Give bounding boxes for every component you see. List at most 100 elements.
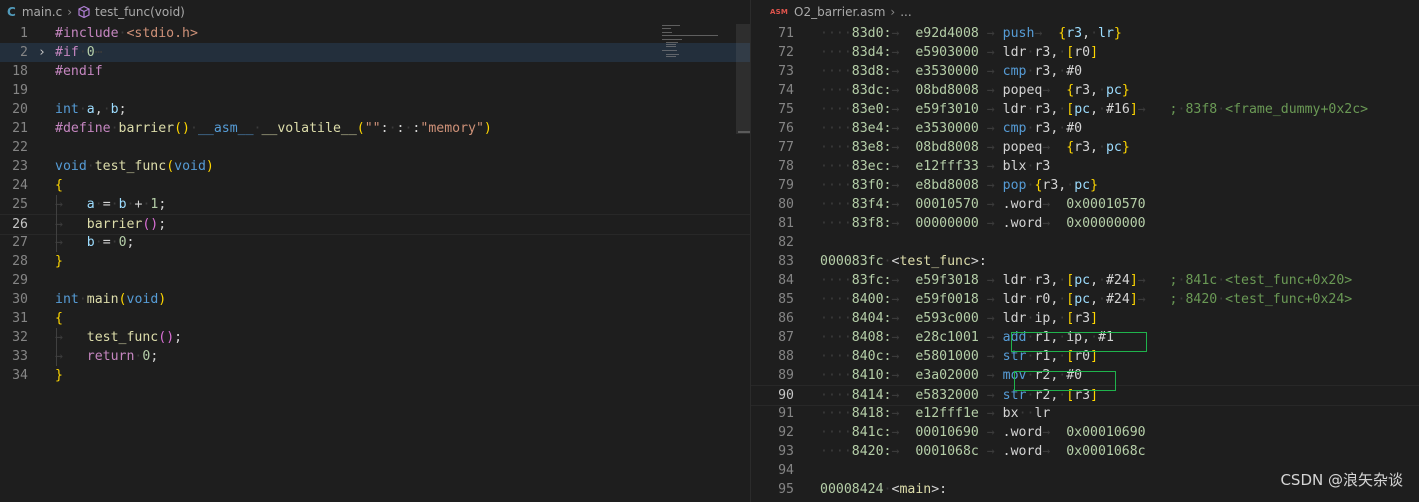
code-line[interactable]: 23 void·test_func(void) [0, 157, 750, 176]
code-text[interactable]: ····83d0:→ e92d4008 → push→ {r3,·lr} [820, 24, 1122, 43]
code-text[interactable]: { [55, 176, 63, 195]
code-text[interactable]: ····8404:→ e593c000 → ldr·ip,·[r3] [820, 309, 1098, 328]
code-text[interactable]: } [55, 366, 63, 385]
code-line[interactable]: 26 → barrier(); [0, 214, 750, 235]
code-text[interactable]: 000083fc·<test_func>: [820, 252, 987, 271]
code-line[interactable]: 84 ····83fc:→ e59f3018 → ldr·r3,·[pc,·#24… [751, 271, 1419, 290]
code-line[interactable]: 19 [0, 81, 750, 100]
code-line[interactable]: 78 ····83ec:→ e12fff33 → blx·r3 [751, 157, 1419, 176]
code-line[interactable]: 33 → return·0; [0, 347, 750, 366]
code-line[interactable]: 93 ····8420:→ 0001068c → .word→ 0x0001068… [751, 442, 1419, 461]
indent-guide [56, 328, 57, 366]
code-line[interactable]: 22 [0, 138, 750, 157]
line-number: 91 [778, 406, 794, 421]
line-number: 80 [778, 197, 794, 212]
code-line[interactable]: 72 ····83d4:→ e5903000 → ldr·r3,·[r0] [751, 43, 1419, 62]
breadcrumb-file[interactable]: O2_barrier.asm [794, 5, 885, 19]
code-text[interactable]: → return·0; [55, 347, 158, 366]
code-text[interactable]: ····83ec:→ e12fff33 → blx·r3 [820, 157, 1050, 176]
code-editor-asm[interactable]: 71 ····83d0:→ e92d4008 → push→ {r3,·lr} 72… [751, 24, 1419, 502]
code-line[interactable]: 1 #include·<stdio.h> [0, 24, 750, 43]
code-text[interactable]: ····83fc:→ e59f3018 → ldr·r3,·[pc,·#24]→… [820, 271, 1352, 290]
code-text[interactable]: int·main(void) [55, 290, 166, 309]
code-line[interactable]: 24 { [0, 176, 750, 195]
code-line[interactable]: 77 ····83e8:→ 08bd8008 → popeq→ {r3,·pc} [751, 138, 1419, 157]
code-text[interactable]: 00008424·<main>: [820, 480, 947, 499]
code-text[interactable]: → test_func(); [55, 328, 182, 347]
code-line[interactable]: 74 ····83dc:→ 08bd8008 → popeq→ {r3,·pc} [751, 81, 1419, 100]
highlight-box-mov [1014, 371, 1116, 391]
minimap[interactable] [662, 24, 736, 64]
code-text[interactable]: ····8420:→ 0001068c → .word→ 0x0001068c [820, 442, 1146, 461]
code-line[interactable]: 32 → test_func(); [0, 328, 750, 347]
line-number: 21 [12, 121, 28, 136]
code-editor-c[interactable]: 1 #include·<stdio.h> 2 › #if·0⋯ 18 #endif 19 20 i… [0, 24, 750, 502]
watermark: CSDN @浪矢杂谈 [1280, 471, 1403, 489]
code-line[interactable]: 20 int·a,·b; [0, 100, 750, 119]
code-line[interactable]: 86 ····8404:→ e593c000 → ldr·ip,·[r3] [751, 309, 1419, 328]
code-text[interactable]: void·test_func(void) [55, 157, 214, 176]
code-text[interactable]: → a·=·b·+·1; [55, 195, 166, 214]
code-text[interactable]: ····8400:→ e59f0018 → ldr·r0,·[pc,·#24]→… [820, 290, 1352, 309]
vertical-scrollbar[interactable] [736, 24, 750, 134]
code-text[interactable]: → b·=·0; [55, 233, 135, 252]
line-number: 79 [778, 178, 794, 193]
code-line[interactable]: 31 { [0, 309, 750, 328]
left-editor-pane[interactable]: C main.c › test_func(void) 1 #include·<st… [0, 0, 750, 502]
code-line[interactable]: 79 ····83f0:→ e8bd8008 → pop·{r3,·pc} [751, 176, 1419, 195]
code-line[interactable]: 73 ····83d8:→ e3530000 → cmp·r3,·#0 [751, 62, 1419, 81]
code-line[interactable]: 80 ····83f4:→ 00010570 → .word→ 0x0001057… [751, 195, 1419, 214]
code-line[interactable]: 81 ····83f8:→ 00000000 → .word→ 0x0000000… [751, 214, 1419, 233]
breadcrumb-ellipsis[interactable]: ... [900, 5, 911, 19]
code-text[interactable]: #endif [55, 62, 103, 81]
code-line[interactable]: 28} [0, 252, 750, 271]
code-line[interactable]: 2 › #if·0⋯ [0, 43, 750, 62]
code-line[interactable]: 21 #define·barrier()·__asm__·__volatile__… [0, 119, 750, 138]
line-number: 94 [778, 463, 794, 478]
line-number: 26 [12, 217, 28, 232]
code-text[interactable]: ····83f8:→ 00000000 → .word→ 0x00000000 [820, 214, 1146, 233]
code-line[interactable]: 75 ····83e0:→ e59f3010 → ldr·r3,·[pc,·#16… [751, 100, 1419, 119]
code-text[interactable]: ····83e0:→ e59f3010 → ldr·r3,·[pc,·#16]→… [820, 100, 1368, 119]
line-number: 74 [778, 83, 794, 98]
chevron-right-icon[interactable]: › [38, 43, 46, 62]
right-editor-pane[interactable]: ASM O2_barrier.asm › ... 71 ····83d0:→ e9… [751, 0, 1419, 502]
code-line[interactable]: 18 #endif [0, 62, 750, 81]
line-number: 75 [778, 102, 794, 117]
code-line[interactable]: 92 ····841c:→ 00010690 → .word→ 0x0001069… [751, 423, 1419, 442]
code-line[interactable]: 82 [751, 233, 1419, 252]
breadcrumb-symbol[interactable]: test_func(void) [95, 5, 185, 19]
code-text[interactable]: ····83d8:→ e3530000 → cmp·r3,·#0 [820, 62, 1082, 81]
code-line[interactable]: 30 int·main(void) [0, 290, 750, 309]
code-text[interactable]: ····83f0:→ e8bd8008 → pop·{r3,·pc} [820, 176, 1098, 195]
breadcrumb-file[interactable]: main.c [22, 5, 62, 19]
line-number: 92 [778, 425, 794, 440]
code-line[interactable]: 91 ····8418:→ e12fff1e → bx··lr [751, 404, 1419, 423]
code-text[interactable]: ····83e8:→ 08bd8008 → popeq→ {r3,·pc} [820, 138, 1130, 157]
breadcrumb: ASM O2_barrier.asm › ... [751, 0, 1419, 24]
code-line[interactable]: 29 [0, 271, 750, 290]
code-text[interactable]: → barrier(); [55, 215, 166, 234]
code-line[interactable]: 76 ····83e4:→ e3530000 → cmp·r3,·#0 [751, 119, 1419, 138]
code-text[interactable]: #include·<stdio.h> [55, 24, 198, 43]
code-text[interactable]: ····841c:→ 00010690 → .word→ 0x00010690 [820, 423, 1146, 442]
code-line[interactable]: 25 → a·=·b·+·1; [0, 195, 750, 214]
code-text[interactable]: ····83f4:→ 00010570 → .word→ 0x00010570 [820, 195, 1146, 214]
code-text[interactable]: int·a,·b; [55, 100, 127, 119]
code-text[interactable]: #if·0⋯ [55, 43, 103, 62]
line-number: 2 [20, 45, 28, 60]
code-text[interactable]: ····83e4:→ e3530000 → cmp·r3,·#0 [820, 119, 1082, 138]
code-text[interactable]: #define·barrier()·__asm__·__volatile__("… [55, 119, 492, 138]
code-text[interactable]: ····83d4:→ e5903000 → ldr·r3,·[r0] [820, 43, 1098, 62]
code-text[interactable]: { [55, 309, 63, 328]
highlight-box-add [1011, 332, 1147, 352]
line-number: 34 [12, 368, 28, 383]
code-text[interactable]: ····8418:→ e12fff1e → bx··lr [820, 404, 1050, 423]
code-text[interactable]: ····83dc:→ 08bd8008 → popeq→ {r3,·pc} [820, 81, 1130, 100]
code-line[interactable]: 71 ····83d0:→ e92d4008 → push→ {r3,·lr} [751, 24, 1419, 43]
code-line[interactable]: 27 → b·=·0; [0, 233, 750, 252]
code-line[interactable]: 34} [0, 366, 750, 385]
code-text[interactable]: } [55, 252, 63, 271]
code-line[interactable]: 83 000083fc·<test_func>: [751, 252, 1419, 271]
code-line[interactable]: 85 ····8400:→ e59f0018 → ldr·r0,·[pc,·#24… [751, 290, 1419, 309]
